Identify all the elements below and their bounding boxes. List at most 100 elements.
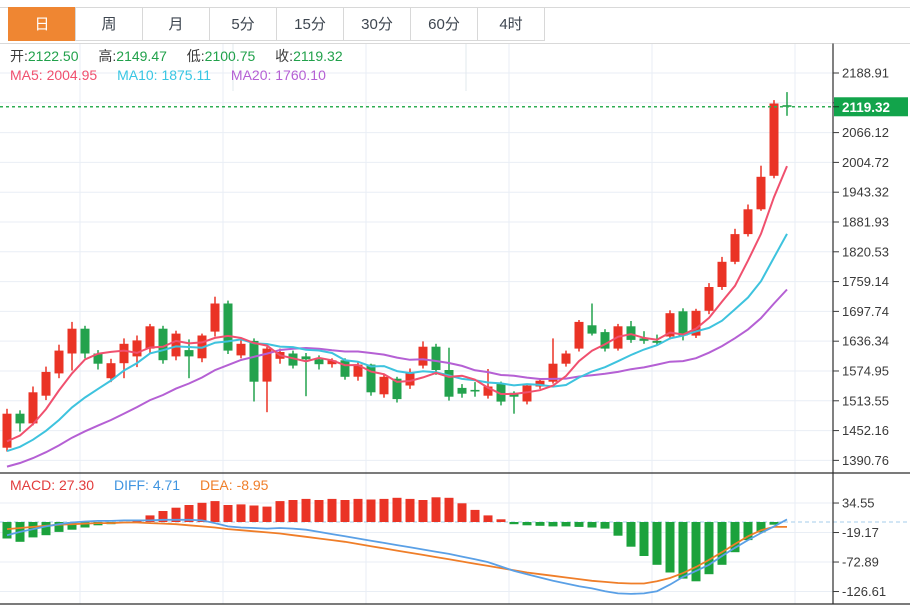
tab-4hour[interactable]: 4时 [477, 7, 545, 41]
candle-body[interactable] [29, 392, 38, 423]
tab-week[interactable]: 周 [75, 7, 143, 41]
macd-bar [224, 505, 233, 522]
candle-body[interactable] [211, 304, 220, 332]
macd-bar [328, 499, 337, 522]
tab-5min[interactable]: 5分 [209, 7, 277, 41]
candle-body[interactable] [562, 354, 571, 364]
diff-value: 4.71 [153, 477, 180, 493]
macd-bar [354, 499, 363, 522]
ohlc-legend: 开:2122.50 高:2149.47 低:2100.75 收:2119.32 [10, 46, 359, 66]
ma10-legend: MA10: 1875.11 [117, 67, 211, 83]
trading-chart-app: 2188.912127.512066.122004.721943.321881.… [0, 0, 910, 607]
candle-body[interactable] [731, 234, 740, 262]
candle-body[interactable] [107, 363, 116, 378]
macd-indicator: MACD: 27.30 [10, 477, 94, 493]
candle-body[interactable] [185, 350, 194, 356]
ma10-value: 1875.11 [161, 67, 211, 83]
candle-body[interactable] [250, 341, 259, 382]
macd-histogram [3, 497, 779, 581]
axis-label: 1943.32 [842, 185, 889, 200]
candles-group [3, 92, 792, 451]
tab-30min[interactable]: 30分 [343, 7, 411, 41]
macd-bar [302, 499, 311, 522]
axis-label: 1513.55 [842, 393, 889, 408]
axis-label: 1881.93 [842, 214, 889, 229]
candle-body[interactable] [172, 334, 181, 357]
candle-body[interactable] [120, 344, 129, 363]
candle-body[interactable] [705, 287, 714, 311]
macd-bar [406, 499, 415, 522]
macd-bar [393, 498, 402, 522]
macd-bar [419, 500, 428, 522]
ma20-label: MA20: [231, 67, 271, 83]
ohlc-low-value: 2100.75 [205, 48, 256, 64]
ohlc-close: 收:2119.32 [275, 48, 342, 64]
macd-bar [653, 522, 662, 565]
tab-60min[interactable]: 60分 [410, 7, 478, 41]
candle-body[interactable] [133, 340, 142, 356]
candle-body[interactable] [55, 351, 64, 374]
macd-bar [627, 522, 636, 547]
macd-bar [237, 504, 246, 522]
chart-canvas[interactable]: 2188.912127.512066.122004.721943.321881.… [0, 0, 910, 607]
macd-bar [536, 522, 545, 526]
ma5-legend: MA5: 2004.95 [10, 67, 97, 83]
ohlc-low: 低:2100.75 [187, 48, 256, 64]
macd-bar [601, 522, 610, 529]
candle-body[interactable] [146, 326, 155, 348]
candle-body[interactable] [380, 377, 389, 395]
candle-body[interactable] [432, 347, 441, 370]
macd-bar [666, 522, 675, 573]
macd-bar [276, 501, 285, 522]
candle-body[interactable] [81, 329, 90, 354]
candle-body[interactable] [42, 372, 51, 396]
macd-bar [471, 510, 480, 522]
ohlc-high: 高:2149.47 [98, 48, 167, 64]
macd-bar [315, 500, 324, 522]
ohlc-open-value: 2122.50 [28, 48, 79, 64]
diff-label: DIFF: [114, 477, 149, 493]
dea-label: DEA: [200, 477, 233, 493]
ohlc-open-label: 开: [10, 48, 28, 64]
macd-bar [263, 507, 272, 522]
candle-body[interactable] [588, 325, 597, 333]
macd-bar [510, 522, 519, 524]
candle-body[interactable] [224, 304, 233, 351]
macd-bar [445, 498, 454, 522]
candle-body[interactable] [575, 322, 584, 349]
candle-body[interactable] [770, 104, 779, 176]
candle-body[interactable] [3, 414, 12, 448]
ohlc-high-value: 2149.47 [116, 48, 167, 64]
candle-body[interactable] [237, 344, 246, 356]
candle-body[interactable] [68, 329, 77, 354]
ma20-legend: MA20: 1760.10 [231, 67, 326, 83]
candle-body[interactable] [458, 388, 467, 394]
candle-body[interactable] [16, 414, 25, 424]
macd-bar [289, 500, 298, 522]
candle-body[interactable] [419, 347, 428, 366]
ohlc-open: 开:2122.50 [10, 48, 79, 64]
axis-label: 1452.16 [842, 423, 889, 438]
macd-legend: MACD: 27.30 DIFF: 4.71 DEA: -8.95 [10, 477, 284, 493]
candle-body[interactable] [744, 209, 753, 234]
candle-body[interactable] [341, 360, 350, 377]
candle-body[interactable] [679, 311, 688, 335]
tab-month[interactable]: 月 [142, 7, 210, 41]
axis-label: 1574.95 [842, 363, 889, 378]
axis-label: -126.61 [842, 584, 886, 599]
interval-tabbar: 日周月5分15分30分60分4时 [8, 7, 545, 41]
macd-bar [367, 500, 376, 523]
macd-bar [250, 506, 259, 523]
candle-body[interactable] [471, 390, 480, 392]
candle-body[interactable] [718, 262, 727, 287]
candle-body[interactable] [367, 365, 376, 393]
macd-bar [484, 515, 493, 522]
tab-day[interactable]: 日 [8, 7, 76, 41]
candle-body[interactable] [302, 356, 311, 359]
axis-label: 2188.91 [842, 66, 889, 81]
macd-bar [432, 497, 441, 522]
candle-body[interactable] [757, 177, 766, 210]
candle-body[interactable] [315, 359, 324, 364]
tab-15min[interactable]: 15分 [276, 7, 344, 41]
macd-bar [458, 503, 467, 522]
